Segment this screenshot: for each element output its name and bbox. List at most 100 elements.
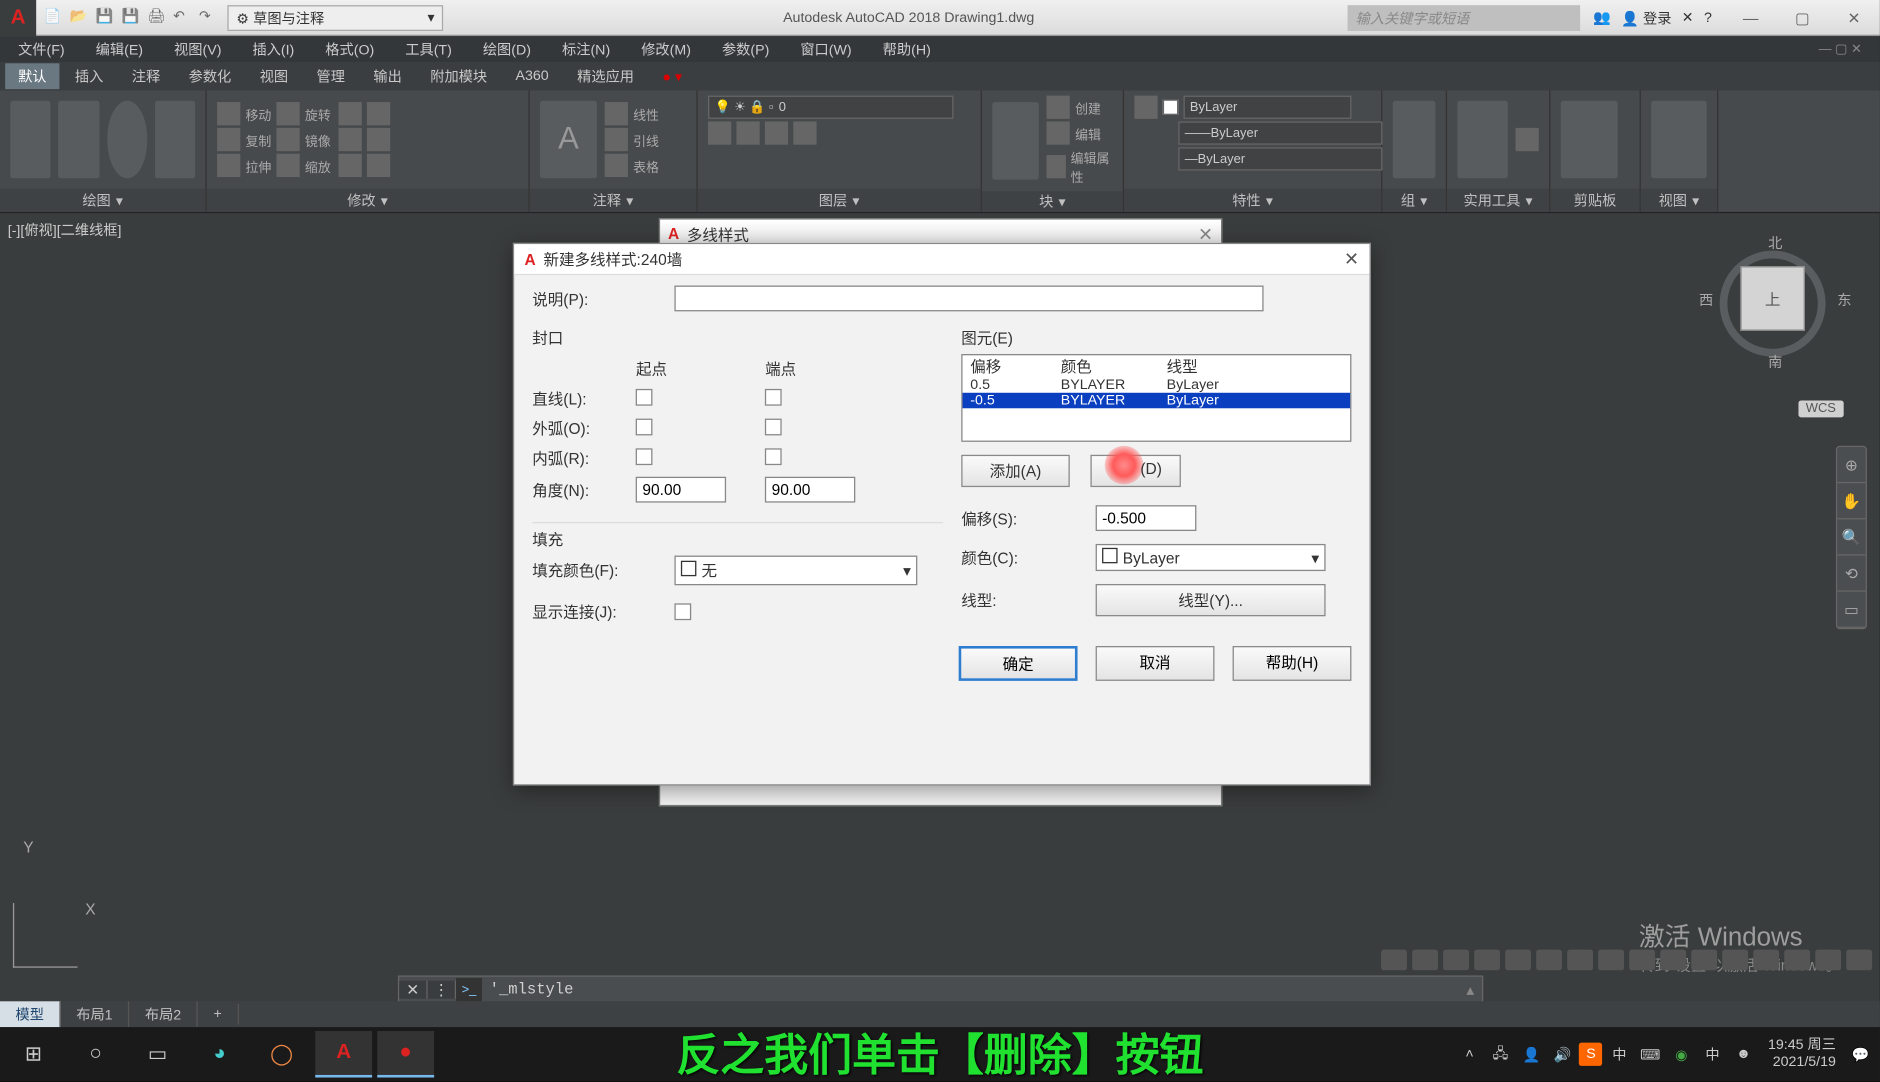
mirror-icon[interactable]	[276, 128, 299, 151]
panel-clipboard[interactable]: 剪贴板	[1550, 189, 1639, 212]
arc-tool[interactable]	[155, 101, 195, 179]
nav-orbit-icon[interactable]: ⟲	[1837, 556, 1865, 592]
tray-ime2[interactable]: 中	[1698, 1044, 1726, 1065]
viewcube-top[interactable]: 上	[1740, 266, 1805, 331]
element-row[interactable]: -0.5BYLAYERByLayer	[963, 393, 1351, 409]
offset-input[interactable]	[1096, 505, 1197, 531]
line-start-checkbox[interactable]	[636, 388, 653, 405]
close-button[interactable]: ✕	[1828, 8, 1880, 26]
app-logo[interactable]: A	[0, 0, 36, 36]
nav-pan-icon[interactable]: ✋	[1837, 483, 1865, 519]
lineweight-dropdown[interactable]: — ByLayer	[1178, 147, 1382, 170]
showjoin-checkbox[interactable]	[674, 603, 691, 620]
edit-block-icon[interactable]	[1047, 121, 1070, 144]
cmdline-handle-icon[interactable]: ⋮	[428, 981, 456, 999]
status-cycle-icon[interactable]	[1660, 950, 1686, 971]
tab-insert[interactable]: 插入	[62, 63, 116, 89]
edge-icon[interactable]: ◕	[191, 1031, 248, 1078]
tab-a360[interactable]: A360	[503, 66, 562, 87]
status-ann-icon[interactable]	[1753, 950, 1779, 971]
tab-output[interactable]: 输出	[360, 63, 414, 89]
doc-min-icon[interactable]: — ▢ ✕	[1806, 39, 1875, 58]
copy-icon[interactable]	[217, 128, 240, 151]
layer-prop-icon[interactable]	[708, 121, 731, 144]
cmdline-expand-icon[interactable]: ▴	[1459, 981, 1482, 999]
qat-redo-icon[interactable]: ↷	[199, 7, 220, 28]
status-custom-icon[interactable]	[1846, 950, 1872, 971]
autocad-taskbar-icon[interactable]: A	[315, 1031, 372, 1078]
qat-save-icon[interactable]: 💾	[96, 7, 117, 28]
outarc-end-checkbox[interactable]	[765, 418, 782, 435]
menu-modify[interactable]: 修改(M)	[628, 36, 704, 62]
panel-block[interactable]: 块 ▾	[982, 191, 1123, 212]
ok-button[interactable]: 确定	[959, 646, 1078, 681]
panel-modify[interactable]: 修改 ▾	[207, 189, 529, 212]
status-lweight-icon[interactable]	[1598, 950, 1624, 971]
layer-dropdown[interactable]: 💡 ☀ 🔒 ▫ 0	[708, 96, 953, 119]
menu-format[interactable]: 格式(O)	[312, 36, 387, 62]
qat-saveas-icon[interactable]: 💾	[121, 7, 142, 28]
linetype-button[interactable]: 线型(Y)...	[1096, 584, 1326, 616]
status-polar-icon[interactable]	[1505, 950, 1531, 971]
status-ws-icon[interactable]	[1722, 950, 1748, 971]
status-snap-icon[interactable]	[1443, 950, 1469, 971]
status-annoscale-icon[interactable]	[1691, 950, 1717, 971]
text-tool[interactable]: A	[540, 101, 597, 179]
viewcube-north[interactable]: 北	[1768, 233, 1782, 254]
measure-tool[interactable]	[1457, 101, 1507, 179]
status-model-icon[interactable]	[1381, 950, 1407, 971]
tray-notif-icon[interactable]: 💬	[1846, 1046, 1874, 1063]
tab-annotate[interactable]: 注释	[119, 63, 173, 89]
menu-help[interactable]: 帮助(H)	[870, 36, 944, 62]
panel-draw[interactable]: 绘图 ▾	[0, 189, 205, 212]
viewcube-east[interactable]: 东	[1837, 289, 1851, 310]
command-line[interactable]: ✕ ⋮ >_ '_mlstyle ▴	[398, 975, 1483, 1003]
trim-icon[interactable]	[339, 102, 362, 125]
wcs-label[interactable]: WCS	[1798, 401, 1844, 418]
color-dropdown[interactable]: ByLayer▾	[1096, 544, 1326, 571]
fillcolor-dropdown[interactable]: 无▾	[674, 556, 917, 586]
linetype-dropdown[interactable]: —— ByLayer	[1178, 121, 1382, 144]
nav-zoom-icon[interactable]: 🔍	[1837, 519, 1865, 555]
minimize-button[interactable]: —	[1725, 8, 1777, 26]
elements-list[interactable]: 偏移 颜色 线型 0.5BYLAYERByLayer -0.5BYLAYERBy…	[961, 354, 1351, 442]
rotate-icon[interactable]	[276, 102, 299, 125]
tray-emoji-icon[interactable]: ☻	[1729, 1047, 1757, 1063]
viewcube-south[interactable]: 南	[1768, 351, 1782, 372]
nav-wheel-icon[interactable]: ⊕	[1837, 447, 1865, 483]
inarc-end-checkbox[interactable]	[765, 448, 782, 465]
line-tool[interactable]	[10, 101, 50, 179]
util-icon[interactable]	[1516, 128, 1539, 151]
qat-undo-icon[interactable]: ↶	[173, 7, 194, 28]
angle-start-input[interactable]	[636, 477, 726, 503]
tab-record-icon[interactable]: ● ▾	[649, 65, 695, 87]
menu-insert[interactable]: 插入(I)	[240, 36, 308, 62]
tab-manage[interactable]: 管理	[304, 63, 358, 89]
add-button[interactable]: 添加(A)	[961, 455, 1070, 487]
tray-sogou-icon[interactable]: S	[1579, 1043, 1602, 1066]
status-otrack-icon[interactable]	[1567, 950, 1593, 971]
search-input[interactable]: 输入关键字或短语	[1348, 5, 1581, 31]
tray-vol-icon[interactable]: 🔊	[1548, 1046, 1576, 1063]
help-button[interactable]: 帮助(H)	[1233, 646, 1352, 681]
tab-model[interactable]: 模型	[0, 1001, 61, 1027]
cancel-button[interactable]: 取消	[1096, 646, 1215, 681]
tray-ime[interactable]: 中	[1605, 1044, 1633, 1065]
nav-showmotion-icon[interactable]: ▭	[1837, 592, 1865, 628]
ucs-icon[interactable]: Y X	[13, 903, 78, 968]
qat-plot-icon[interactable]: 🖨	[147, 7, 168, 28]
table-icon[interactable]	[605, 154, 628, 177]
tray-clock[interactable]: 19:45 周三 2021/5/19	[1760, 1037, 1843, 1071]
menu-file[interactable]: 文件(F)	[5, 36, 77, 62]
tab-layout2[interactable]: 布局2	[129, 1001, 198, 1027]
dialog-close-icon[interactable]: ✕	[1344, 248, 1359, 270]
start-button[interactable]: ⊞	[5, 1031, 62, 1078]
group-tool[interactable]	[1393, 101, 1436, 179]
element-row[interactable]: 0.5BYLAYERByLayer	[963, 377, 1351, 393]
tab-default[interactable]: 默认	[5, 63, 59, 89]
move-icon[interactable]	[217, 102, 240, 125]
chrome-icon[interactable]: ◯	[253, 1031, 310, 1078]
recorder-taskbar-icon[interactable]: ●	[377, 1031, 434, 1078]
array-icon[interactable]	[339, 154, 362, 177]
status-iso-icon[interactable]	[1784, 950, 1810, 971]
